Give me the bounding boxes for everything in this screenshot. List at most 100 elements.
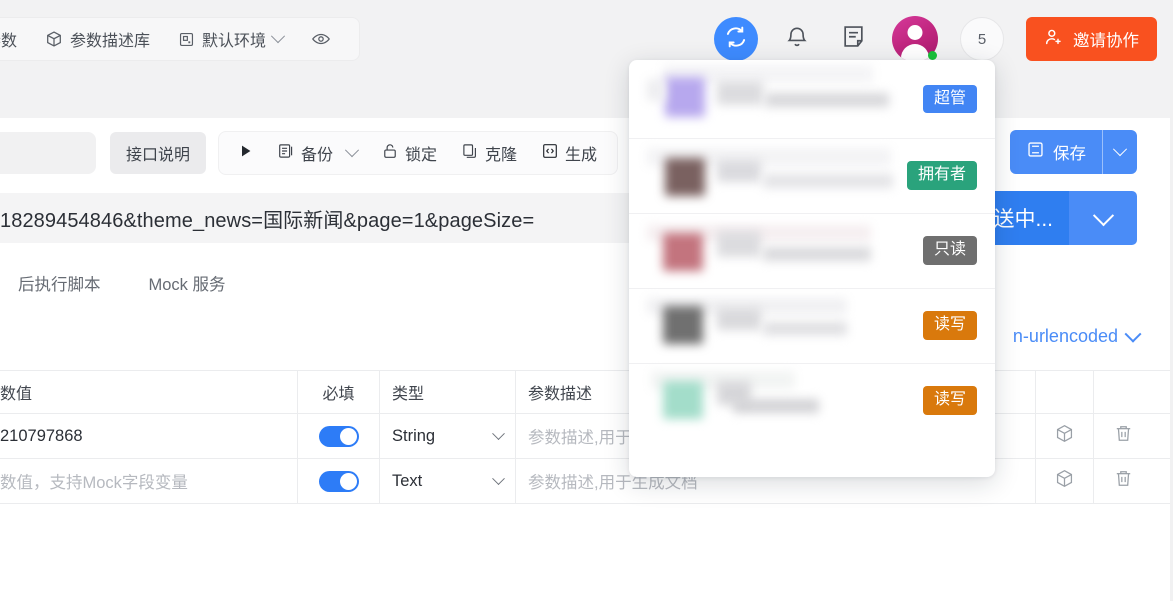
cell-required (298, 459, 380, 503)
cube-icon (45, 30, 63, 48)
cube-icon (1054, 423, 1075, 449)
cube-icon (1054, 468, 1075, 494)
chevron-down-icon (344, 143, 360, 158)
table-row: 210797868 String 参数描述,用于 (0, 414, 1173, 459)
avatar (665, 77, 705, 117)
status-badge: 读写 (922, 311, 977, 340)
avatar (663, 380, 703, 419)
code-icon (541, 142, 559, 165)
clone-button[interactable]: 克隆 (449, 141, 529, 165)
copy-icon (461, 142, 479, 165)
member-info-blurred (647, 147, 897, 202)
send-request-button-group: 送中... (977, 191, 1137, 245)
bell-icon (784, 24, 810, 55)
header-inner: 项目 全局参数 (0, 0, 1173, 78)
member-info-blurred (647, 224, 913, 277)
content-type-row: n-urlencoded (0, 310, 1173, 370)
backup-icon (277, 142, 295, 165)
content-type-label: n-urlencoded (1012, 326, 1118, 346)
table-row: 数值，支持Mock字段变量 Text 参数描述,用于生成文档 (0, 459, 1173, 504)
list-item[interactable]: 读写 (629, 363, 995, 438)
sync-button[interactable] (714, 17, 758, 61)
required-toggle[interactable] (318, 470, 359, 492)
status-badge: 只读 (922, 236, 977, 265)
nav-item-param-desc-lib[interactable]: 参数描述库 (31, 27, 164, 51)
avatar[interactable] (892, 16, 938, 62)
chevron-down-icon (492, 471, 505, 485)
avatar (665, 157, 705, 196)
tab-post-script[interactable]: 后执行脚本 (18, 271, 101, 295)
user-plus-icon (1044, 27, 1064, 52)
save-button-main[interactable]: 保存 (1010, 140, 1102, 164)
header-cell-delete (1094, 371, 1152, 413)
required-toggle[interactable] (318, 425, 359, 447)
list-item[interactable]: 读写 (629, 288, 995, 363)
cell-extract[interactable] (1036, 459, 1094, 503)
list-item[interactable]: 只读 (629, 213, 995, 288)
trash-icon (1113, 423, 1134, 449)
header-cell-value: 数值 (0, 371, 298, 413)
sync-icon (723, 24, 749, 55)
notes-button[interactable] (836, 22, 870, 56)
api-description-label: 接口说明 (126, 147, 191, 164)
request-tabs: 后执行脚本 Mock 服务 (0, 256, 1173, 310)
list-item[interactable]: 超管 (629, 60, 995, 138)
online-status-dot (928, 51, 937, 60)
cell-delete[interactable] (1094, 414, 1152, 458)
list-item[interactable]: 拥有者 (629, 138, 995, 213)
api-toolbar: 接口说明 备份 锁定 克隆 生成 保存 (0, 118, 1173, 188)
invite-label: 邀请协作 (1073, 32, 1139, 50)
notifications-button[interactable] (780, 22, 814, 56)
chevron-down-icon (1124, 325, 1142, 343)
cell-delete[interactable] (1094, 459, 1152, 503)
chevron-down-icon (492, 426, 505, 440)
cell-extract[interactable] (1036, 414, 1094, 458)
preview-eye-button[interactable] (297, 29, 345, 49)
cell-type[interactable]: String (380, 414, 516, 458)
run-button[interactable] (227, 144, 265, 163)
request-url-row: 18289454846&theme_news=国际新闻&page=1&pageS… (0, 188, 1173, 250)
invite-collaborate-button[interactable]: 邀请协作 (1026, 17, 1157, 61)
save-button[interactable]: 保存 (1010, 130, 1137, 174)
save-label: 保存 (1053, 145, 1086, 163)
backup-label: 备份 (301, 147, 334, 164)
top-header-band: 项目 全局参数 (0, 0, 1173, 118)
nav-item-default-env[interactable]: 默认环境 (164, 27, 297, 51)
member-count-label: 5 (977, 30, 987, 48)
status-badge: 超管 (922, 84, 977, 114)
save-dropdown-toggle[interactable] (1102, 130, 1137, 174)
play-icon (239, 144, 253, 163)
send-options-toggle[interactable] (1069, 191, 1137, 245)
member-count-badge[interactable]: 5 (960, 17, 1004, 61)
generate-button[interactable]: 生成 (529, 141, 609, 165)
toolbar-left-placeholder (0, 132, 96, 174)
lock-label: 锁定 (405, 147, 438, 164)
content-type-selector[interactable]: n-urlencoded (1012, 325, 1142, 347)
backup-button[interactable]: 备份 (265, 141, 369, 165)
members-dropdown-panel: 超管 拥有者 只读 读写 读写 (629, 60, 995, 477)
cell-value[interactable]: 数值，支持Mock字段变量 (0, 459, 298, 503)
generate-label: 生成 (565, 147, 598, 164)
tab-mock-service[interactable]: Mock 服务 (149, 271, 226, 295)
clone-label: 克隆 (485, 147, 518, 164)
cell-value[interactable]: 210797868 (0, 414, 298, 458)
nav-label-param-desc-lib: 参数描述库 (70, 33, 151, 50)
table-header-row: 数值 必填 类型 参数描述 (0, 371, 1173, 414)
avatar (663, 305, 703, 344)
eye-icon (311, 29, 331, 49)
project-nav-pill: 项目 全局参数 (0, 17, 361, 61)
save-icon (1026, 140, 1045, 164)
chevron-down-icon (270, 29, 286, 44)
member-info-blurred (647, 370, 913, 427)
member-info-blurred (647, 297, 913, 352)
nav-item-global-params[interactable]: 全局参数 (0, 27, 31, 51)
app-root: 项目 全局参数 (0, 0, 1173, 601)
params-table: 数值 必填 类型 参数描述 210797868 String 参数描述,用于 数… (0, 370, 1173, 504)
api-description-button[interactable]: 接口说明 (110, 132, 207, 174)
lock-button[interactable]: 锁定 (369, 141, 449, 165)
nav-label-default-env: 默认环境 (202, 33, 267, 50)
cell-type[interactable]: Text (380, 459, 516, 503)
header-cell-type: 类型 (380, 371, 516, 413)
cell-required (298, 414, 380, 458)
status-badge: 拥有者 (906, 161, 977, 190)
